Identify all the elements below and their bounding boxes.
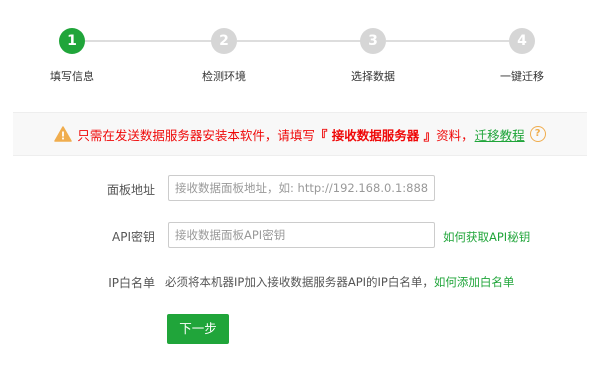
- step-3-label: 选择数据: [351, 70, 395, 83]
- panel-address-label: 面板地址: [106, 183, 155, 197]
- notice-text-after: 资料，: [436, 127, 474, 143]
- migration-tutorial-link[interactable]: 迁移教程: [475, 125, 525, 144]
- step-connector-1: [85, 40, 215, 42]
- notice-highlight: 『 接收数据服务器 』: [314, 127, 437, 143]
- api-key-help-link[interactable]: 如何获取API秘钥: [443, 229, 530, 245]
- step-1-circle: 1: [59, 28, 85, 54]
- help-icon[interactable]: ?: [529, 126, 546, 142]
- api-key-input[interactable]: [168, 222, 435, 248]
- step-4-circle: 4: [509, 28, 535, 54]
- panel-address-input[interactable]: [168, 175, 435, 201]
- ip-whitelist-help-link[interactable]: 如何添加白名单: [434, 275, 515, 289]
- step-progress: 1 2 3 4 填写信息 检测环境 选择数据 一键迁移: [0, 0, 600, 100]
- api-key-label: API密钥: [112, 230, 155, 244]
- ip-whitelist-description: 必须将本机器IP加入接收数据服务器API的IP白名单，如何添加白名单: [165, 274, 514, 290]
- step-1-label: 填写信息: [50, 70, 94, 83]
- warning-icon: [54, 126, 73, 142]
- ip-whitelist-text: 必须将本机器IP加入接收数据服务器API的IP白名单，: [165, 275, 434, 289]
- next-step-button[interactable]: 下一步: [167, 314, 229, 344]
- step-2-circle: 2: [211, 28, 237, 54]
- step-3-circle: 3: [360, 28, 386, 54]
- notice-text: 只需在发送数据服务器安装本软件，请填写: [77, 127, 315, 143]
- ip-whitelist-label: IP白名单: [108, 276, 155, 290]
- step-4-label: 一键迁移: [500, 70, 544, 83]
- step-connector-2: [237, 40, 364, 42]
- step-connector-3: [386, 40, 509, 42]
- step-2-label: 检测环境: [202, 70, 246, 83]
- notice-banner: 只需在发送数据服务器安装本软件，请填写 『 接收数据服务器 』 资料， 迁移教程…: [13, 112, 587, 156]
